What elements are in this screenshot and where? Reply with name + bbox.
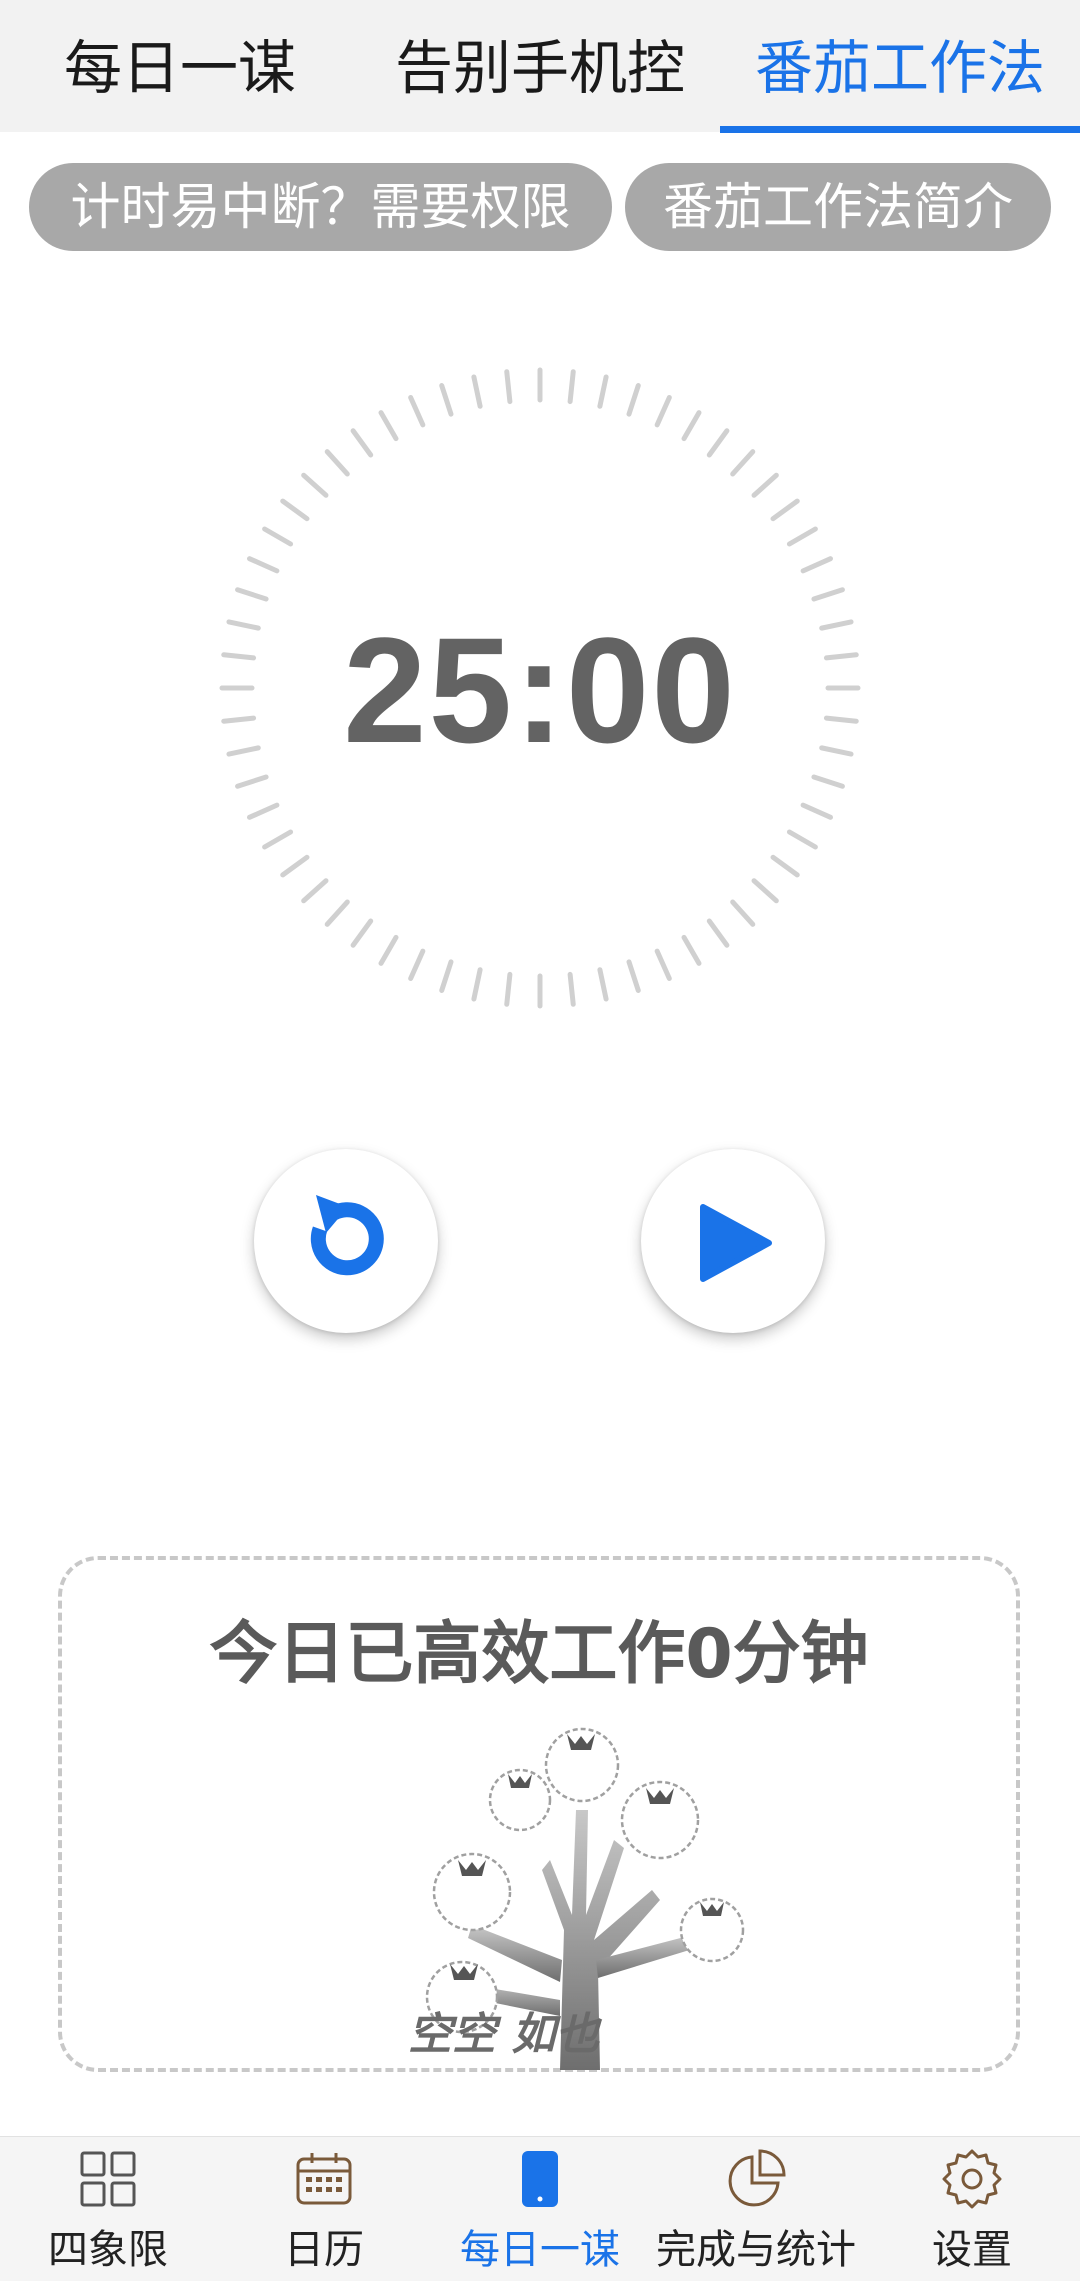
nav-label: 四象限 — [48, 2227, 168, 2273]
dial-tick — [350, 918, 374, 948]
dial-tick — [706, 918, 730, 948]
work-minutes-title: 今日已高效工作0分钟 — [209, 1615, 869, 1694]
dial-tick — [262, 526, 294, 547]
nav-daily-plan[interactable]: 每日一谋 — [432, 2137, 648, 2281]
dial-tick — [280, 498, 310, 522]
dial-tick — [770, 854, 800, 878]
daily-stats-card: 今日已高效工作0分钟 — [58, 1556, 1020, 2072]
dial-tick — [811, 774, 845, 789]
dial-tick — [800, 802, 834, 820]
reset-button[interactable] — [254, 1149, 438, 1333]
calendar-icon — [296, 2153, 352, 2205]
dial-tick — [246, 556, 280, 574]
active-tab-indicator — [720, 126, 1080, 133]
dial-tick — [301, 878, 329, 904]
pie-chart-icon — [728, 2149, 786, 2207]
empty-caption: 空空 如也 — [408, 2009, 600, 2060]
dial-tick — [324, 899, 350, 927]
nav-quadrants[interactable]: 四象限 — [0, 2137, 216, 2281]
play-button[interactable] — [641, 1149, 825, 1333]
dial-tick — [626, 383, 641, 417]
dial-tick — [504, 369, 513, 405]
dial-tick — [626, 959, 641, 993]
bottom-navigation: 四象限 日历 每日一谋 完成与统计 设置 — [0, 2136, 1080, 2281]
gear-icon — [942, 2149, 1002, 2209]
dial-tick — [654, 394, 672, 428]
dial-tick — [567, 971, 576, 1007]
nav-stats[interactable]: 完成与统计 — [648, 2137, 864, 2281]
dial-tick — [378, 934, 399, 966]
dial-tick — [786, 526, 818, 547]
dial-tick — [800, 556, 834, 574]
nav-label: 设置 — [932, 2227, 1012, 2273]
dial-tick — [235, 587, 269, 602]
play-icon — [700, 1204, 772, 1282]
dial-tick — [681, 934, 702, 966]
phone-icon — [522, 2151, 558, 2207]
nav-settings[interactable]: 设置 — [864, 2137, 1080, 2281]
tab-phone-addiction[interactable]: 告别手机控 — [360, 0, 720, 132]
dial-tick — [378, 410, 399, 442]
permission-chip[interactable]: 计时易中断？需要权限 — [29, 163, 612, 251]
dial-tick — [706, 428, 730, 458]
nav-calendar[interactable]: 日历 — [216, 2137, 432, 2281]
nav-label: 每日一谋 — [460, 2227, 620, 2273]
dial-tick — [350, 428, 374, 458]
dial-tick — [246, 802, 280, 820]
dial-tick — [262, 829, 294, 850]
top-tab-bar: 每日一谋 告别手机控 番茄工作法 — [0, 0, 1080, 133]
dial-tick — [408, 394, 426, 428]
dial-tick — [770, 498, 800, 522]
dial-tick — [681, 410, 702, 442]
dial-tick — [324, 449, 350, 477]
dial-tick — [408, 948, 426, 982]
dial-tick — [439, 959, 454, 993]
dial-tick — [504, 971, 513, 1007]
dial-tick — [439, 383, 454, 417]
dial-tick — [751, 472, 779, 498]
dial-tick — [654, 948, 672, 982]
dial-tick — [597, 967, 609, 1002]
tab-daily-plan[interactable]: 每日一谋 — [0, 0, 360, 132]
dial-tick — [786, 829, 818, 850]
nav-label: 日历 — [284, 2227, 364, 2273]
dial-tick — [280, 854, 310, 878]
dial-tick — [751, 878, 779, 904]
dial-tick — [730, 449, 756, 477]
dial-tick — [811, 587, 845, 602]
dial-tick — [567, 369, 576, 405]
dial-tick — [471, 374, 483, 409]
dial-tick — [597, 374, 609, 409]
tab-pomodoro[interactable]: 番茄工作法 — [720, 0, 1080, 132]
grid-icon — [80, 2151, 136, 2207]
dial-tick — [235, 774, 269, 789]
dial-tick — [301, 472, 329, 498]
dial-tick — [730, 899, 756, 927]
timer-display: 25:00 — [343, 606, 737, 774]
pomodoro-intro-chip[interactable]: 番茄工作法简介 — [625, 163, 1051, 251]
dial-tick — [471, 967, 483, 1002]
nav-label: 完成与统计 — [656, 2227, 856, 2273]
reset-icon — [310, 1195, 384, 1276]
